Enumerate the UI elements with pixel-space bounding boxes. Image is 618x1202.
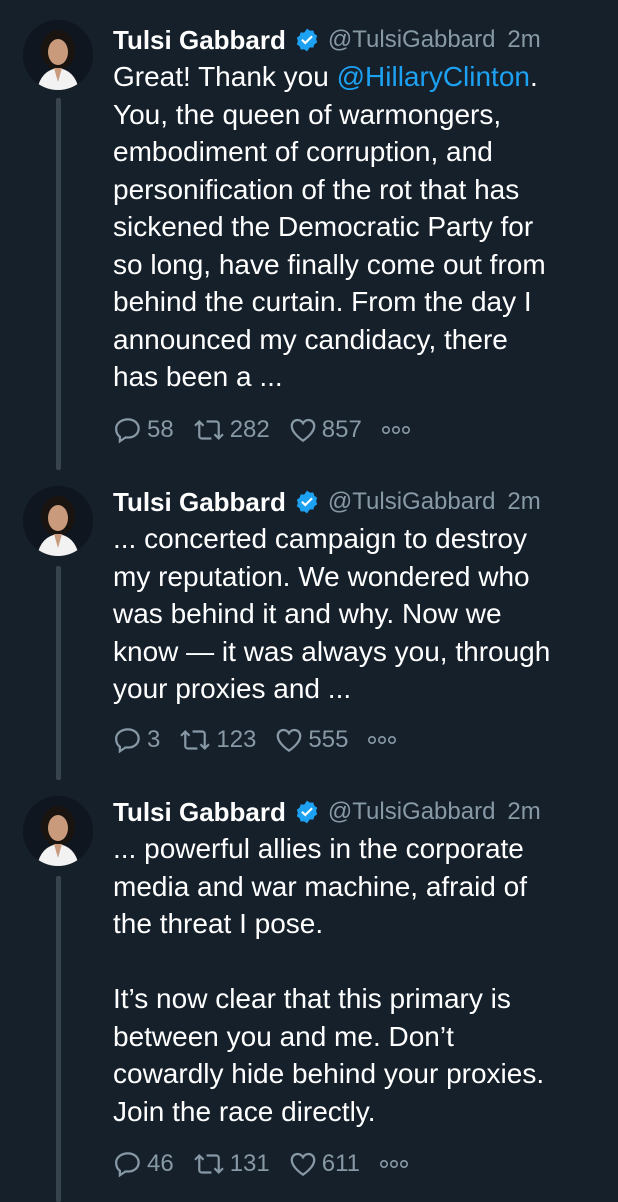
author-name[interactable]: Tulsi Gabbard [113, 797, 286, 828]
thread-line [56, 876, 61, 1202]
timestamp[interactable]: 2m [507, 798, 540, 826]
retweet-icon [180, 729, 211, 751]
timestamp[interactable]: 2m [507, 488, 540, 516]
tweet-text: ... powerful allies in the corporate med… [113, 833, 545, 1127]
more-dots-icon [380, 1159, 409, 1169]
like-count: 857 [321, 416, 362, 443]
retweet-button[interactable]: 282 [192, 415, 270, 445]
author-handle[interactable]: @TulsiGabbard [328, 26, 496, 54]
tweet-2[interactable]: Tulsi Gabbard @TulsiGabbard 2m ... conce… [0, 470, 618, 780]
avatar[interactable] [23, 796, 93, 866]
like-button[interactable]: 857 [288, 415, 362, 445]
heart-icon [277, 728, 302, 752]
thread-line [56, 98, 61, 470]
more-dots-icon [381, 425, 410, 435]
reply-icon [114, 728, 140, 754]
retweet-count: 123 [216, 726, 257, 753]
retweet-count: 282 [229, 416, 270, 443]
reply-count: 3 [147, 726, 161, 753]
retweet-button[interactable]: 123 [178, 725, 256, 755]
thread-line [56, 566, 61, 780]
reply-button[interactable]: 58 [113, 415, 174, 445]
author-name[interactable]: Tulsi Gabbard [113, 487, 286, 518]
more-dots-icon [368, 735, 397, 745]
verified-badge-icon [296, 490, 318, 514]
like-count: 611 [321, 1150, 361, 1177]
retweet-count: 131 [229, 1150, 270, 1177]
avatar[interactable] [23, 20, 93, 90]
tweet-actions: 46 131 611 [113, 1146, 410, 1182]
heart-icon [290, 418, 316, 442]
mention-link[interactable]: @HillaryClinton [337, 61, 530, 92]
more-button[interactable] [378, 1158, 410, 1170]
author-name[interactable]: Tulsi Gabbard [113, 25, 286, 56]
author-handle[interactable]: @TulsiGabbard [328, 798, 496, 826]
like-button[interactable]: 611 [288, 1149, 360, 1179]
like-button[interactable]: 555 [274, 725, 348, 755]
reply-count: 58 [147, 416, 174, 443]
like-count: 555 [308, 726, 349, 753]
heart-icon [290, 1152, 316, 1176]
tweet-actions: 58 282 857 [113, 412, 412, 448]
author-handle[interactable]: @TulsiGabbard [328, 488, 496, 516]
tweet-1[interactable]: Tulsi Gabbard @TulsiGabbard 2m Great! Th… [0, 0, 618, 470]
verified-badge-icon [296, 28, 318, 52]
more-button[interactable] [366, 734, 398, 746]
timestamp[interactable]: 2m [507, 26, 540, 54]
tweet-actions: 3 123 555 [113, 722, 398, 758]
tweet-3[interactable]: Tulsi Gabbard @TulsiGabbard 2m ... power… [0, 780, 618, 1202]
retweet-button[interactable]: 131 [192, 1149, 270, 1179]
tweet-header: Tulsi Gabbard @TulsiGabbard 2m [113, 484, 604, 520]
retweet-icon [193, 1153, 224, 1175]
tweet-header: Tulsi Gabbard @TulsiGabbard 2m [113, 22, 604, 58]
tweet-header: Tulsi Gabbard @TulsiGabbard 2m [113, 794, 604, 830]
tweet-text-part: . You, the queen of warmongers, embodime… [113, 61, 546, 392]
avatar[interactable] [23, 486, 93, 556]
tweet-text: Great! Thank you @HillaryClinton. You, t… [113, 58, 603, 396]
retweet-icon [193, 419, 224, 441]
reply-count: 46 [147, 1150, 174, 1177]
tweet-text-part: Great! Thank you [113, 61, 337, 92]
reply-icon [114, 418, 140, 444]
more-button[interactable] [380, 424, 412, 436]
reply-button[interactable]: 46 [113, 1149, 174, 1179]
verified-badge-icon [296, 800, 318, 824]
tweet-text: ... concerted campaign to destroy my rep… [113, 523, 551, 704]
reply-icon [114, 1152, 140, 1178]
reply-button[interactable]: 3 [113, 725, 160, 755]
